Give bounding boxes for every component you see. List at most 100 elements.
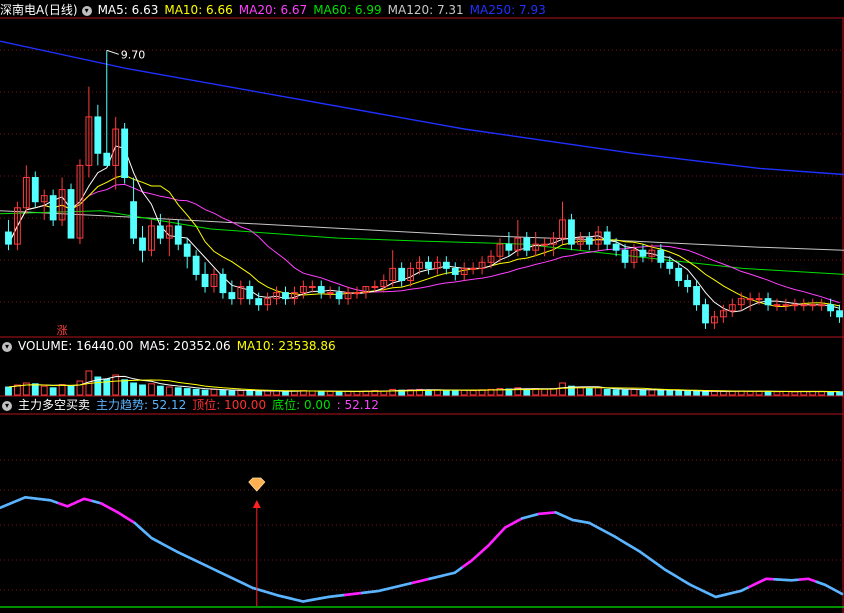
high-price-label: 9.70 xyxy=(121,48,146,61)
volume-bar xyxy=(460,389,468,396)
candle-body xyxy=(585,237,593,245)
high-marker-arrow xyxy=(106,49,119,55)
volume-bar xyxy=(282,390,289,396)
volume-bar xyxy=(666,390,674,396)
ma-label-3: MA60: 6.99 xyxy=(313,3,382,17)
volume-bar xyxy=(773,391,781,396)
volume-bar xyxy=(183,388,191,396)
volume-bar xyxy=(621,389,629,396)
indicator-label-0: 主力多空买卖 xyxy=(18,398,91,412)
volume-bar xyxy=(630,388,638,396)
volume-label-0: VOLUME: 16440.00 xyxy=(18,339,134,353)
volume-bar xyxy=(702,391,709,396)
volume-bar xyxy=(675,390,683,396)
volume-bar xyxy=(836,391,843,396)
candle-body xyxy=(353,292,361,295)
candle-body xyxy=(675,267,683,281)
volume-bar xyxy=(693,390,700,396)
ma-label-2: MA20: 6.67 xyxy=(238,3,308,17)
volume-bar xyxy=(308,390,316,396)
candle-body xyxy=(67,189,75,239)
candle-body xyxy=(773,304,781,307)
candle-body xyxy=(809,304,817,307)
candle-body xyxy=(192,255,200,275)
candle-body xyxy=(31,177,39,203)
candle-body xyxy=(523,237,531,251)
volume-bar xyxy=(139,384,146,396)
candle-body xyxy=(442,261,450,269)
candle-body xyxy=(603,231,611,245)
volume-bar xyxy=(237,390,245,396)
volume-bar xyxy=(326,390,334,396)
chevron-down-icon[interactable]: ▾ xyxy=(2,341,12,352)
candle-body xyxy=(469,267,477,270)
candle-body xyxy=(800,304,808,307)
ma-label-5: MA250: 7.93 xyxy=(469,3,546,17)
volume-bar xyxy=(594,387,602,396)
volume-bar xyxy=(711,390,718,396)
candle-body xyxy=(308,286,316,289)
volume-bar xyxy=(67,384,75,396)
candle-body xyxy=(639,249,647,257)
candle-body xyxy=(782,304,790,307)
candle-body xyxy=(255,298,263,306)
volume-bar xyxy=(791,391,799,396)
candle-body xyxy=(371,286,379,289)
volume-bar xyxy=(201,389,209,396)
indicator-label-1: 主力趋势: 52.12 xyxy=(96,398,187,412)
volume-bar xyxy=(255,390,263,396)
candle-body xyxy=(612,243,620,251)
volume-bar xyxy=(639,389,647,396)
volume-bar xyxy=(719,390,727,396)
candle-body xyxy=(746,298,754,301)
candle-body xyxy=(791,304,799,307)
volume-bar xyxy=(585,388,593,396)
candle-body xyxy=(818,304,826,307)
signal-arrow-head xyxy=(252,500,261,508)
candle-body xyxy=(5,231,12,245)
candle-body xyxy=(827,304,834,312)
volume-bar xyxy=(648,389,656,396)
volume-bar xyxy=(219,389,227,396)
candle-body xyxy=(219,273,227,294)
candle-body xyxy=(398,267,406,281)
volume-bar xyxy=(746,390,754,396)
candle-body xyxy=(130,201,137,239)
volume-bar xyxy=(58,384,66,396)
candle-body xyxy=(121,128,129,179)
candle-body xyxy=(282,292,289,300)
volume-bar xyxy=(317,390,325,396)
candle-body xyxy=(201,273,209,288)
ma-label-4: MA120: 7.31 xyxy=(387,3,464,17)
candle-body xyxy=(94,116,102,154)
candle-body xyxy=(657,249,665,263)
candle-body xyxy=(156,225,164,239)
stock-chart: 9.70 涨 xyxy=(0,17,844,613)
candle-body xyxy=(693,286,700,306)
ma-label-0: MA5: 6.63 xyxy=(97,3,159,17)
volume-bar xyxy=(228,390,236,396)
volume-label-2: MA10: 23538.86 xyxy=(236,339,336,353)
volume-bar xyxy=(764,390,772,396)
candle-body xyxy=(228,292,236,300)
candle-body xyxy=(755,298,763,301)
volume-bar xyxy=(335,391,343,396)
ma-label-1: MA10: 6.66 xyxy=(164,3,233,17)
volume-bar xyxy=(541,388,549,396)
indicator-label-4: : 52.12 xyxy=(336,398,379,412)
volume-bar xyxy=(192,388,200,396)
volume-bar xyxy=(76,380,84,396)
chevron-down-icon[interactable]: ▾ xyxy=(2,400,12,411)
volume-bar xyxy=(165,386,173,396)
chevron-down-icon[interactable]: ▾ xyxy=(81,5,92,16)
volume-label-1: MA5: 20352.06 xyxy=(139,339,231,353)
volume-bar xyxy=(755,390,763,396)
candle-body xyxy=(451,267,459,275)
volume-bar xyxy=(559,382,566,396)
candle-body xyxy=(183,243,191,257)
volume-bar xyxy=(31,383,39,396)
stock-title: 深南电A(日线) xyxy=(0,3,78,17)
volume-bar xyxy=(827,391,834,396)
candle-body xyxy=(326,292,334,295)
indicator-label-2: 顶位: 100.00 xyxy=(192,398,267,412)
